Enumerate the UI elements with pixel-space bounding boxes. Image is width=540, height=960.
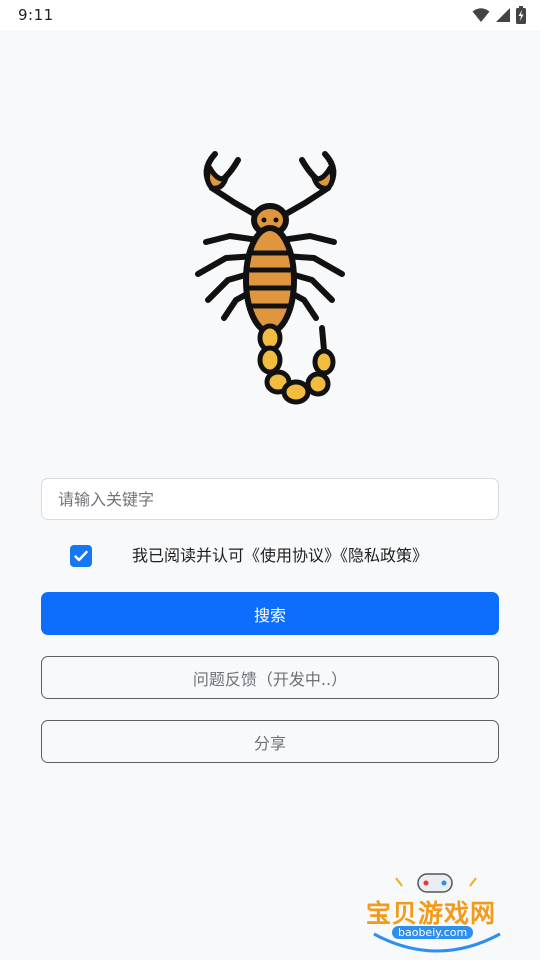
agreement-text[interactable]: 我已阅读并认可《使用协议》《隐私政策》 [132,542,428,566]
watermark-url: baobeiy.com [392,926,474,939]
agreement-row: 我已阅读并认可《使用协议》《隐私政策》 [70,540,470,568]
feedback-button[interactable]: 问题反馈（开发中..） [41,656,499,699]
cellular-signal-icon [496,8,510,22]
scorpion-icon [190,151,350,417]
status-bar: 9:11 [0,0,540,30]
search-button[interactable]: 搜索 [41,592,499,635]
battery-charging-icon [516,6,526,24]
agreement-checkbox[interactable] [70,545,92,567]
scorpion-logo [190,148,350,413]
share-button[interactable]: 分享 [41,720,499,763]
wifi-icon [472,7,490,23]
feedback-button-label: 问题反馈（开发中..） [192,669,348,689]
watermark-title: 宝贝游戏网 [366,899,497,928]
search-button-label: 搜索 [253,605,286,625]
watermark-logo: 宝贝游戏网 baobeiy.com [362,868,512,956]
search-input[interactable] [41,478,499,520]
checkmark-icon [74,547,88,566]
share-button-label: 分享 [253,733,286,753]
status-time: 9:11 [18,6,54,24]
status-icons [472,5,526,25]
